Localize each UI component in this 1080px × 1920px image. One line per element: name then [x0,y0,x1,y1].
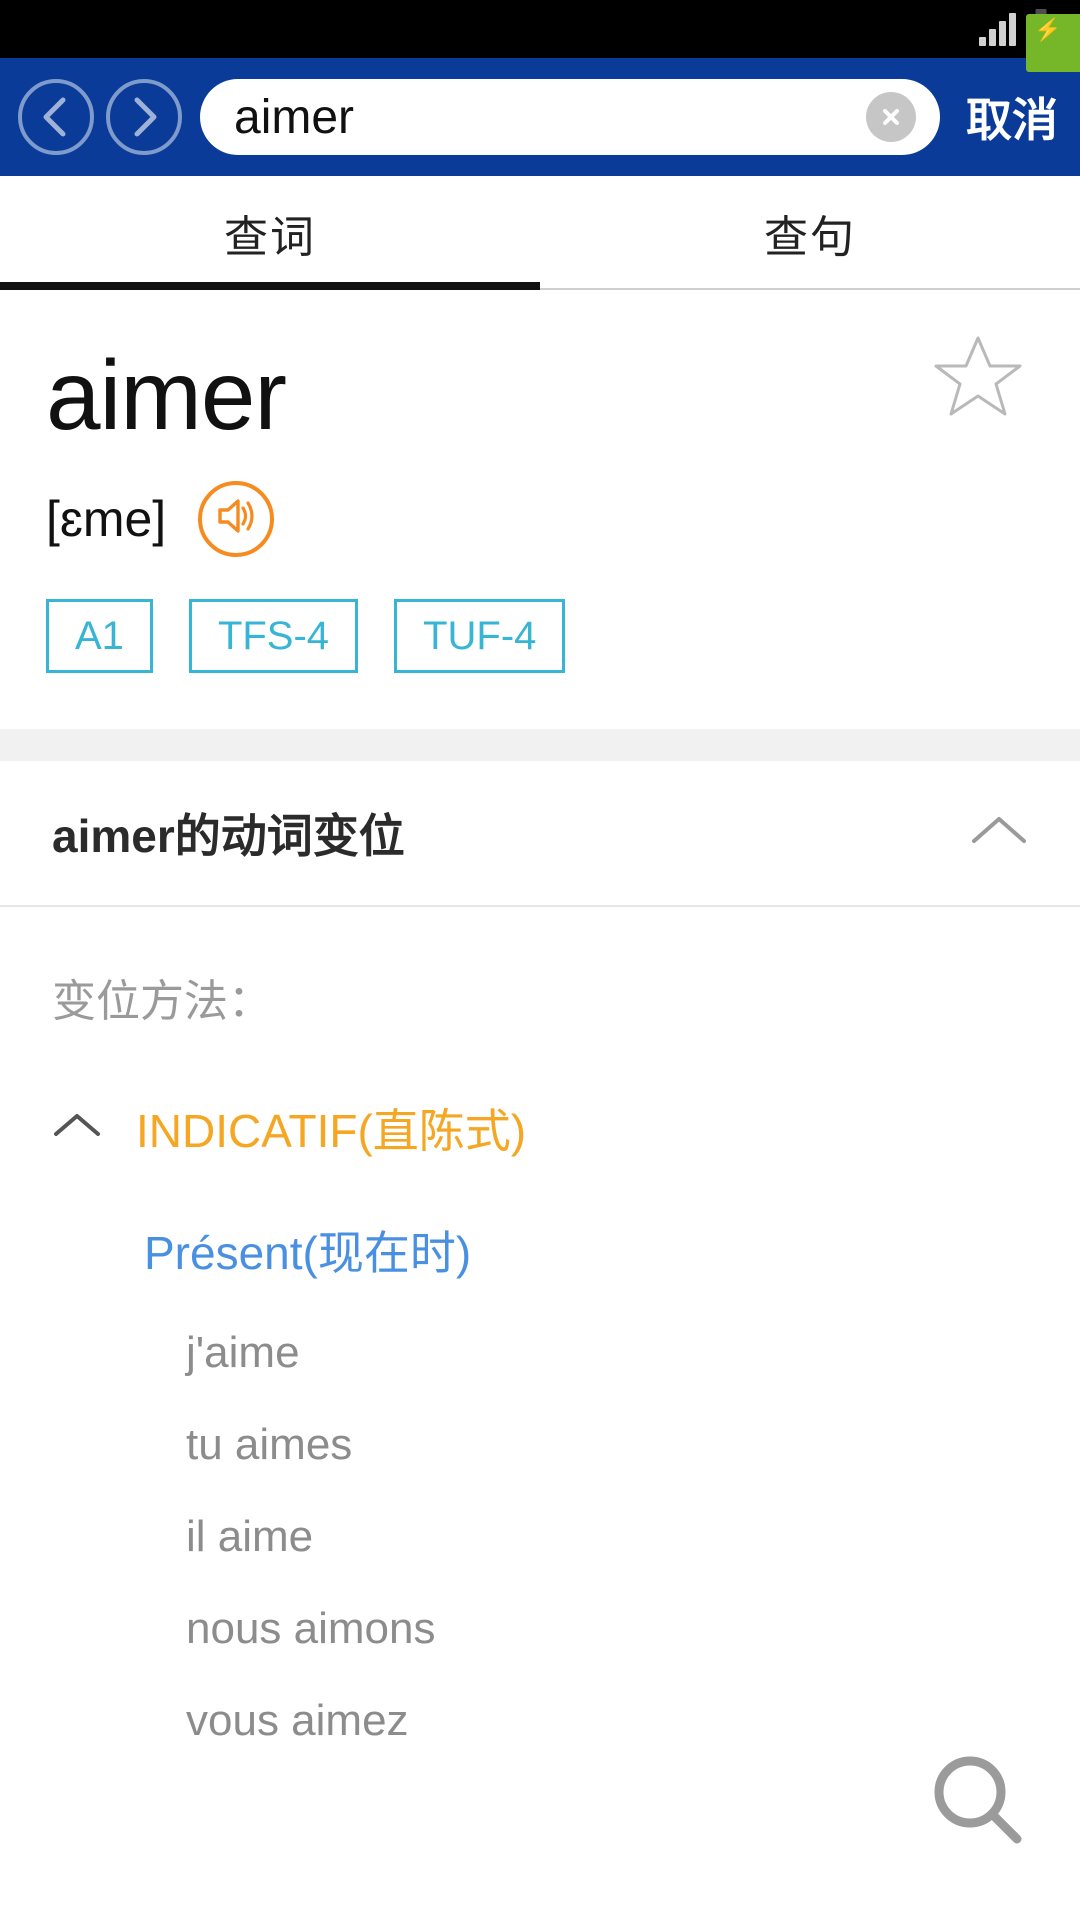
mood-row[interactable]: INDICATIF(直陈式) [52,1095,1028,1161]
app-root: ⚡ aimer 取消 查词 查句 aimer [ɛme] A1 TFS-4 TU… [0,0,1080,1920]
search-header: 取消 [0,58,1080,176]
tense-label[interactable]: Présent(现在时) [144,1217,1028,1283]
floating-search-button[interactable] [920,1744,1038,1862]
entry-header: aimer [ɛme] A1 TFS-4 TUF-4 [0,290,1080,673]
conjugation-form: vous aimez [186,1695,409,1745]
tab-bar: 查词 查句 [0,176,1080,290]
status-bar: ⚡ [0,0,1080,72]
level-tag[interactable]: A1 [46,598,153,673]
tab-active-indicator [0,282,540,290]
tab-search-word[interactable]: 查词 [0,176,540,290]
chevron-right-circle-icon [127,96,161,138]
conjugation-section-title: aimer的动词变位 [52,809,405,862]
conjugation-form: tu aimes [186,1419,353,1469]
battery-charging-icon: ⚡ [1026,9,1080,72]
conjugation-form: nous aimons [186,1603,436,1653]
search-input[interactable] [234,89,866,145]
back-button[interactable] [18,79,94,155]
mood-label[interactable]: INDICATIF(直陈式) [136,1095,526,1161]
search-magnifier-icon [927,1749,1031,1858]
favorite-button[interactable] [932,332,1024,425]
conjugation-method-label: 变位方法： [52,976,272,1026]
close-circle-icon [878,104,904,130]
lightning-bolt-icon: ⚡ [1034,17,1062,42]
conjugation-form: il aime [186,1511,314,1561]
tab-search-sentence[interactable]: 查句 [540,176,1080,290]
conjugation-form-list: j'aime tu aimes il aime nous aimons vous… [186,1327,1028,1745]
page-title: aimer [46,340,287,450]
forward-button[interactable] [106,79,182,155]
level-tag[interactable]: TFS-4 [188,598,359,673]
chevron-up-icon[interactable] [970,813,1028,852]
speaker-volume-icon [214,495,258,542]
conjugation-form: j'aime [186,1327,300,1377]
section-separator [0,728,1080,761]
search-field-container[interactable] [200,79,940,155]
clear-search-button[interactable] [866,92,916,142]
level-tag-list: A1 TFS-4 TUF-4 [46,598,1034,673]
conjugation-section-header[interactable]: aimer的动词变位 [0,761,1080,907]
mood-collapse-chevron-up-icon[interactable] [52,1110,102,1145]
star-outline-icon [932,336,1024,424]
cancel-button[interactable]: 取消 [952,84,1062,150]
conjugation-body: 变位方法： INDICATIF(直陈式) Présent(现在时) j'aime… [0,907,1080,1743]
pronounce-button[interactable] [198,480,275,557]
signal-bars-icon [979,12,1016,46]
level-tag[interactable]: TUF-4 [394,598,566,673]
chevron-left-circle-icon [39,96,73,138]
phonetic-text: [ɛme] [46,490,167,547]
